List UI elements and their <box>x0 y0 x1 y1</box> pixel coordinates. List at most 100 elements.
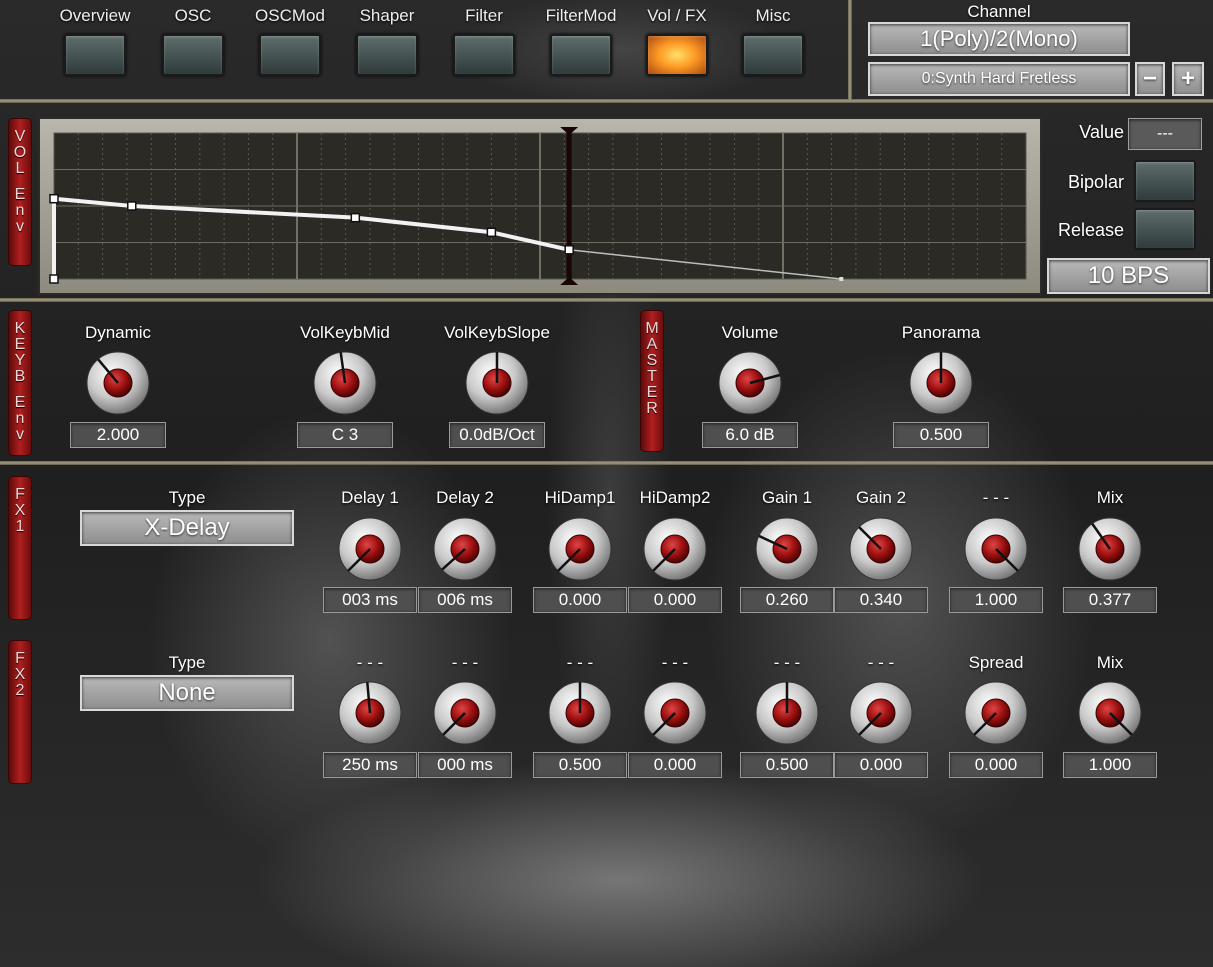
nav-tab-button[interactable] <box>162 34 224 76</box>
env-point[interactable] <box>127 201 137 211</box>
fx2-knob-7[interactable] <box>1077 680 1143 746</box>
fx2-knob-value-7: 1.000 <box>1063 752 1157 778</box>
keyb-knob-label-1: VolKeybMid <box>300 323 390 342</box>
nav-tab-2[interactable]: OSCMod <box>245 6 335 76</box>
nav-tab-button[interactable] <box>356 34 418 76</box>
fx1-knob-7[interactable] <box>1077 516 1143 582</box>
fx1-knob-6[interactable] <box>963 516 1029 582</box>
keyb-knob-value-0: 2.000 <box>70 422 166 448</box>
nav-tab-4[interactable]: Filter <box>439 6 529 76</box>
keyb-knob-0[interactable] <box>85 350 151 416</box>
nav-tab-0[interactable]: Overview <box>50 6 140 76</box>
master-knob-label-1: Panorama <box>901 323 981 342</box>
channel-mode-display[interactable]: 1(Poly)/2(Mono) <box>868 22 1130 56</box>
nav-tab-button[interactable] <box>646 34 708 76</box>
env-point[interactable] <box>49 193 59 204</box>
tab-letter: R <box>646 400 658 417</box>
fx2-knob-2[interactable] <box>547 680 613 746</box>
fx1-knob-value-3: 0.000 <box>628 587 722 613</box>
tab-letter: A <box>646 336 658 353</box>
nav-tab-7[interactable]: Misc <box>728 6 818 76</box>
fx2-knob-6[interactable] <box>963 680 1029 746</box>
fx2-type-label: Type <box>168 653 206 672</box>
nav-tab-button[interactable] <box>64 34 126 76</box>
fx1-knob-label-3: HiDamp2 <box>639 488 711 507</box>
tab-letter: 2 <box>15 682 25 699</box>
fx1-type-label: Type <box>168 488 206 507</box>
channel-title: Channel <box>967 2 1031 21</box>
fx1-knob-4[interactable] <box>754 516 820 582</box>
fx1-knob-0[interactable] <box>337 516 403 582</box>
nav-tab-button[interactable] <box>453 34 515 76</box>
tab-letter: V <box>14 128 26 145</box>
tab-letter: n <box>15 202 25 219</box>
fx1-knob-3[interactable] <box>642 516 708 582</box>
keyb-env-tab: KEYB Env <box>8 310 32 456</box>
env-point[interactable] <box>49 274 59 284</box>
nav-tab-6[interactable]: Vol / FX <box>632 6 722 76</box>
master-knob-0[interactable] <box>717 350 783 416</box>
fx2-knob-label-6: Spread <box>968 653 1024 672</box>
fx2-knob-1[interactable] <box>432 680 498 746</box>
nav-tab-label: Misc <box>755 6 791 25</box>
fx2-knob-4[interactable] <box>754 680 820 746</box>
nav-tab-button[interactable] <box>742 34 804 76</box>
release-label: Release <box>1057 220 1124 240</box>
nav-tab-5[interactable]: FilterMod <box>536 6 626 76</box>
tab-letter: n <box>15 410 25 427</box>
env-point[interactable] <box>486 227 497 238</box>
tab-letter: L <box>15 160 25 177</box>
keyb-knob-label-2: VolKeybSlope <box>444 323 550 342</box>
fx1-knob-5[interactable] <box>848 516 914 582</box>
master-knob-label-0: Volume <box>721 323 779 342</box>
fx1-tab: FX1 <box>8 476 32 620</box>
nav-tab-1[interactable]: OSC <box>148 6 238 76</box>
preset-prev-button[interactable]: − <box>1135 62 1165 96</box>
fx2-knob-value-6: 0.000 <box>949 752 1043 778</box>
nav-tab-button[interactable] <box>259 34 321 76</box>
env-point[interactable] <box>350 212 361 223</box>
tab-letter: E <box>14 394 26 411</box>
fx2-type-select[interactable]: None <box>80 675 294 711</box>
fx2-knob-0[interactable] <box>337 680 403 746</box>
nav-tab-label: OSCMod <box>255 6 325 25</box>
nav-tab-label: FilterMod <box>545 6 617 25</box>
fx2-knob-5[interactable] <box>848 680 914 746</box>
envelope-graph[interactable] <box>40 119 1040 293</box>
envelope-editor[interactable] <box>38 117 1042 295</box>
fx1-knob-label-5: Gain 2 <box>855 488 907 507</box>
preset-next-button[interactable]: + <box>1172 62 1204 96</box>
tab-letter: E <box>14 186 26 203</box>
master-knob-1[interactable] <box>908 350 974 416</box>
fx2-knob-3[interactable] <box>642 680 708 746</box>
fx2-knob-value-2: 0.500 <box>533 752 627 778</box>
env-point[interactable] <box>839 277 844 281</box>
fx1-knob-value-1: 006 ms <box>418 587 512 613</box>
fx1-knob-value-4: 0.260 <box>740 587 834 613</box>
channel-divider <box>848 0 852 100</box>
tab-letter: S <box>646 352 658 369</box>
tab-letter: K <box>14 320 26 337</box>
fx1-knob-value-5: 0.340 <box>834 587 928 613</box>
fx1-type-select[interactable]: X-Delay <box>80 510 294 546</box>
fx1-knob-value-0: 003 ms <box>323 587 417 613</box>
top-divider <box>0 99 1213 103</box>
bipolar-label: Bipolar <box>1067 172 1124 192</box>
nav-tab-3[interactable]: Shaper <box>342 6 432 76</box>
fx2-knob-value-1: 000 ms <box>418 752 512 778</box>
fx2-tab: FX2 <box>8 640 32 784</box>
bipolar-toggle[interactable] <box>1134 160 1196 202</box>
nav-tab-button[interactable] <box>550 34 612 76</box>
rate-display[interactable]: 10 BPS <box>1047 258 1210 294</box>
release-toggle[interactable] <box>1134 208 1196 250</box>
fx1-knob-2[interactable] <box>547 516 613 582</box>
keyb-knob-2[interactable] <box>464 350 530 416</box>
keyb-knob-1[interactable] <box>312 350 378 416</box>
env-point[interactable] <box>564 245 574 255</box>
keyb-knob-value-2: 0.0dB/Oct <box>449 422 545 448</box>
fx1-knob-1[interactable] <box>432 516 498 582</box>
fx2-knob-value-4: 0.500 <box>740 752 834 778</box>
preset-display[interactable]: 0:Synth Hard Fretless <box>868 62 1130 96</box>
vol-env-tab: VOL Env <box>8 118 32 266</box>
fx2-knob-label-1: - - - <box>451 653 479 672</box>
